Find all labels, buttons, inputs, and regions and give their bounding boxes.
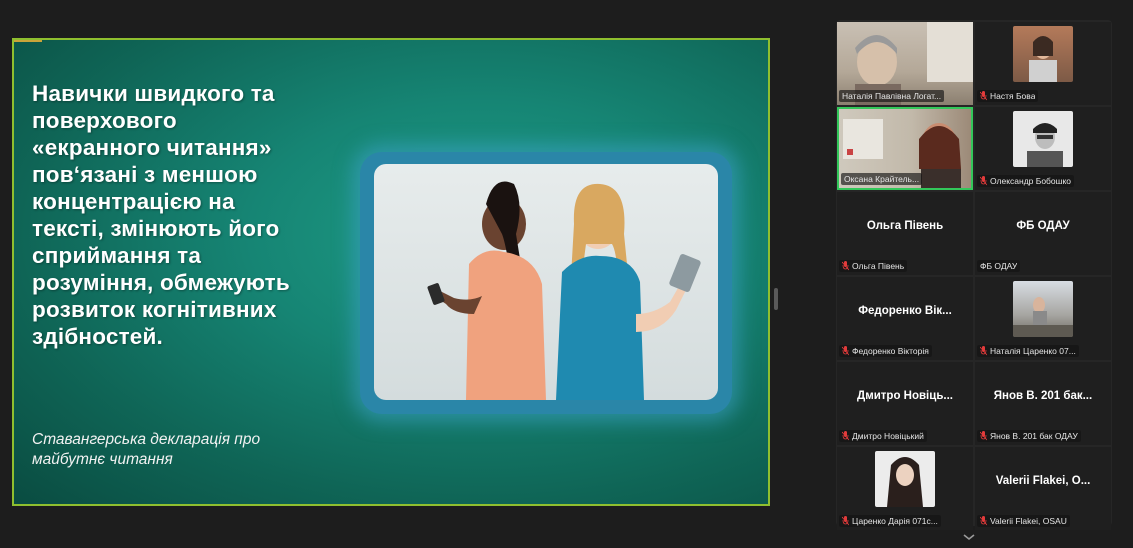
participant-tile[interactable]: Дмитро Новіць... Дмитро Новіцький [837, 362, 973, 445]
participant-name: ФБ ОДАУ [980, 261, 1018, 271]
participant-name-label: Оксана Крайтель... [841, 173, 923, 185]
participant-name-label: Valerii Flakei, OSAU [977, 515, 1070, 527]
participant-display-name: Дмитро Новіць... [857, 390, 953, 402]
participant-tile-active-speaker[interactable]: Оксана Крайтель... [837, 107, 973, 190]
participant-video [1013, 281, 1073, 337]
participant-name: Янов В. 201 бак ОДАУ [990, 431, 1078, 441]
mic-muted-icon [980, 431, 987, 441]
mic-muted-icon [842, 261, 849, 271]
participants-gallery: Наталія Павлівна Логат... Настя Бова Окс… [836, 20, 1112, 530]
presentation-slide: Навички швидкого та поверхового «екранно… [12, 38, 770, 506]
slide-heading: Навички швидкого та поверхового «екранно… [32, 81, 290, 349]
participant-name: Valerii Flakei, OSAU [990, 516, 1067, 526]
participant-tile[interactable]: Янов В. 201 бак... Янов В. 201 бак ОДАУ [975, 362, 1111, 445]
participant-tile[interactable]: Valerii Flakei, O... Valerii Flakei, OSA… [975, 447, 1111, 530]
mic-muted-icon [842, 346, 849, 356]
participant-name-label: Дмитро Новіцький [839, 430, 927, 442]
participant-name: Дмитро Новіцький [852, 431, 924, 441]
participant-name-label: Наталія Павлівна Логат... [839, 90, 945, 102]
participant-tile[interactable]: Настя Бова [975, 22, 1111, 105]
slide-quote: Ставангерська декларація про майбутнє чи… [32, 431, 261, 468]
slide-corner-accent [14, 40, 42, 42]
participant-display-name: Янов В. 201 бак... [993, 390, 1093, 402]
participant-name-label: Царенко Дарія 071с... [839, 515, 941, 527]
participant-name-label: ФБ ОДАУ [977, 260, 1021, 272]
mic-muted-icon [980, 91, 987, 101]
slide-photo-two-women-reading-devices [374, 164, 718, 400]
participant-video [1013, 26, 1073, 82]
chevron-down-icon[interactable] [962, 532, 976, 542]
mic-muted-icon [842, 431, 849, 441]
participant-display-name: Valerii Flakei, O... [995, 475, 1091, 487]
mic-muted-icon [980, 176, 987, 186]
participant-name-label: Настя Бова [977, 90, 1039, 102]
participant-tile[interactable]: Олександр Бобошко [975, 107, 1111, 190]
participant-name-label: Янов В. 201 бак ОДАУ [977, 430, 1081, 442]
participant-name-label: Ольга Півень [839, 260, 908, 272]
participant-name: Настя Бова [990, 91, 1036, 101]
participant-name-label: Федоренко Вікторія [839, 345, 932, 357]
participant-video [875, 451, 935, 507]
mic-muted-icon [842, 516, 849, 526]
participant-tile[interactable]: Наталія Павлівна Логат... [837, 22, 973, 105]
participant-display-name: Ольга Півень [866, 220, 944, 232]
participant-tile[interactable]: Царенко Дарія 071с... [837, 447, 973, 530]
participant-name-label: Наталія Царенко 07... [977, 345, 1079, 357]
shared-screen: Навички швидкого та поверхового «екранно… [0, 0, 820, 548]
participant-tile[interactable]: ФБ ОДАУ ФБ ОДАУ [975, 192, 1111, 275]
participant-display-name: ФБ ОДАУ [1016, 220, 1070, 232]
mic-muted-icon [980, 346, 987, 356]
panel-resize-handle[interactable] [774, 288, 778, 310]
participant-name: Ольга Півень [852, 261, 905, 271]
mic-muted-icon [980, 516, 987, 526]
participant-name: Наталія Царенко 07... [990, 346, 1076, 356]
participant-tile[interactable]: Ольга Півень Ольга Півень [837, 192, 973, 275]
slide-photo-frame [360, 152, 732, 414]
participant-tile[interactable]: Наталія Царенко 07... [975, 277, 1111, 360]
zoom-meeting-window: Навички швидкого та поверхового «екранно… [0, 0, 1133, 548]
participant-tile[interactable]: Федоренко Вік... Федоренко Вікторія [837, 277, 973, 360]
participant-name: Федоренко Вікторія [852, 346, 929, 356]
participant-name-label: Олександр Бобошко [977, 175, 1074, 187]
participant-display-name: Федоренко Вік... [858, 305, 952, 317]
participant-name: Олександр Бобошко [990, 176, 1071, 186]
participant-name: Царенко Дарія 071с... [852, 516, 938, 526]
participant-name: Наталія Павлівна Логат... [842, 91, 942, 101]
participant-video [1013, 111, 1073, 167]
participant-name: Оксана Крайтель... [844, 174, 920, 184]
